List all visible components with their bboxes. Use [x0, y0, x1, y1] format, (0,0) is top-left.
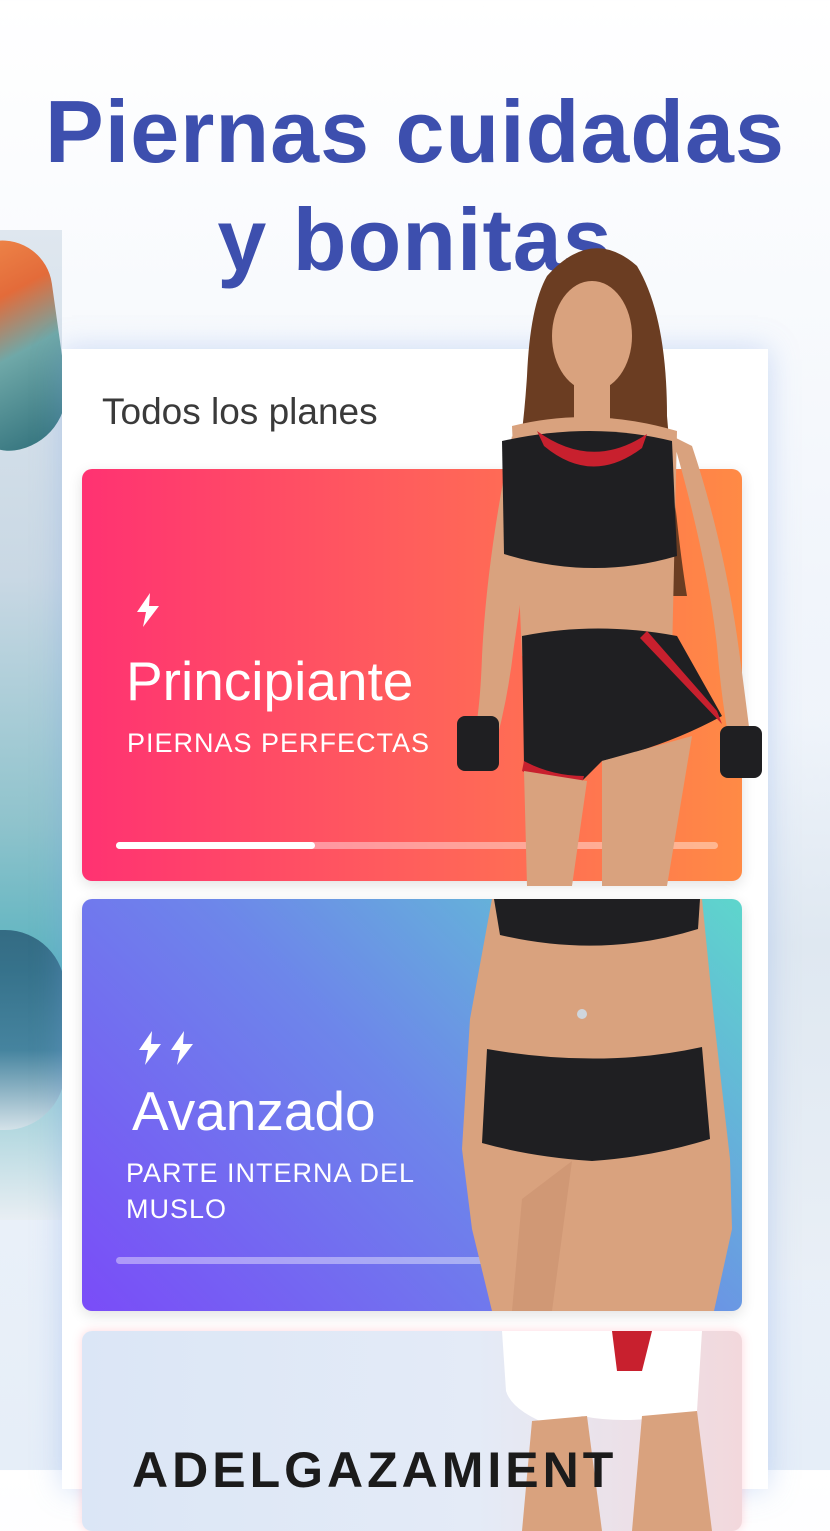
plan-subtitle: PIERNAS PERFECTAS: [127, 728, 431, 758]
headline-line-1: Piernas cuidadas: [45, 82, 785, 181]
plan-level-title: Avanzado: [132, 1080, 376, 1142]
plan-level-title: ADELGAZAMIENT: [132, 1442, 618, 1498]
lightning-icon: [171, 1031, 193, 1065]
background-blur-right: [764, 720, 830, 1280]
background-leg: [0, 930, 65, 1130]
model-shorts-image: [502, 1331, 712, 1531]
panel-title: Todos los planes: [102, 391, 378, 432]
model-woman-image: [457, 248, 762, 886]
plan-card-slimming[interactable]: ADELGAZAMIENT: [82, 1331, 742, 1531]
lightning-icon: [139, 1031, 161, 1065]
lightning-icon: [137, 593, 159, 627]
model-torso-image: [462, 899, 732, 1311]
plan-progress-fill: [116, 842, 315, 849]
plan-level-title: Principiante: [126, 650, 414, 712]
plan-subtitle: PARTE INTERNA DEL MUSLO: [126, 1158, 415, 1224]
plan-card-advanced[interactable]: Avanzado PARTE INTERNA DEL MUSLO: [82, 899, 742, 1311]
